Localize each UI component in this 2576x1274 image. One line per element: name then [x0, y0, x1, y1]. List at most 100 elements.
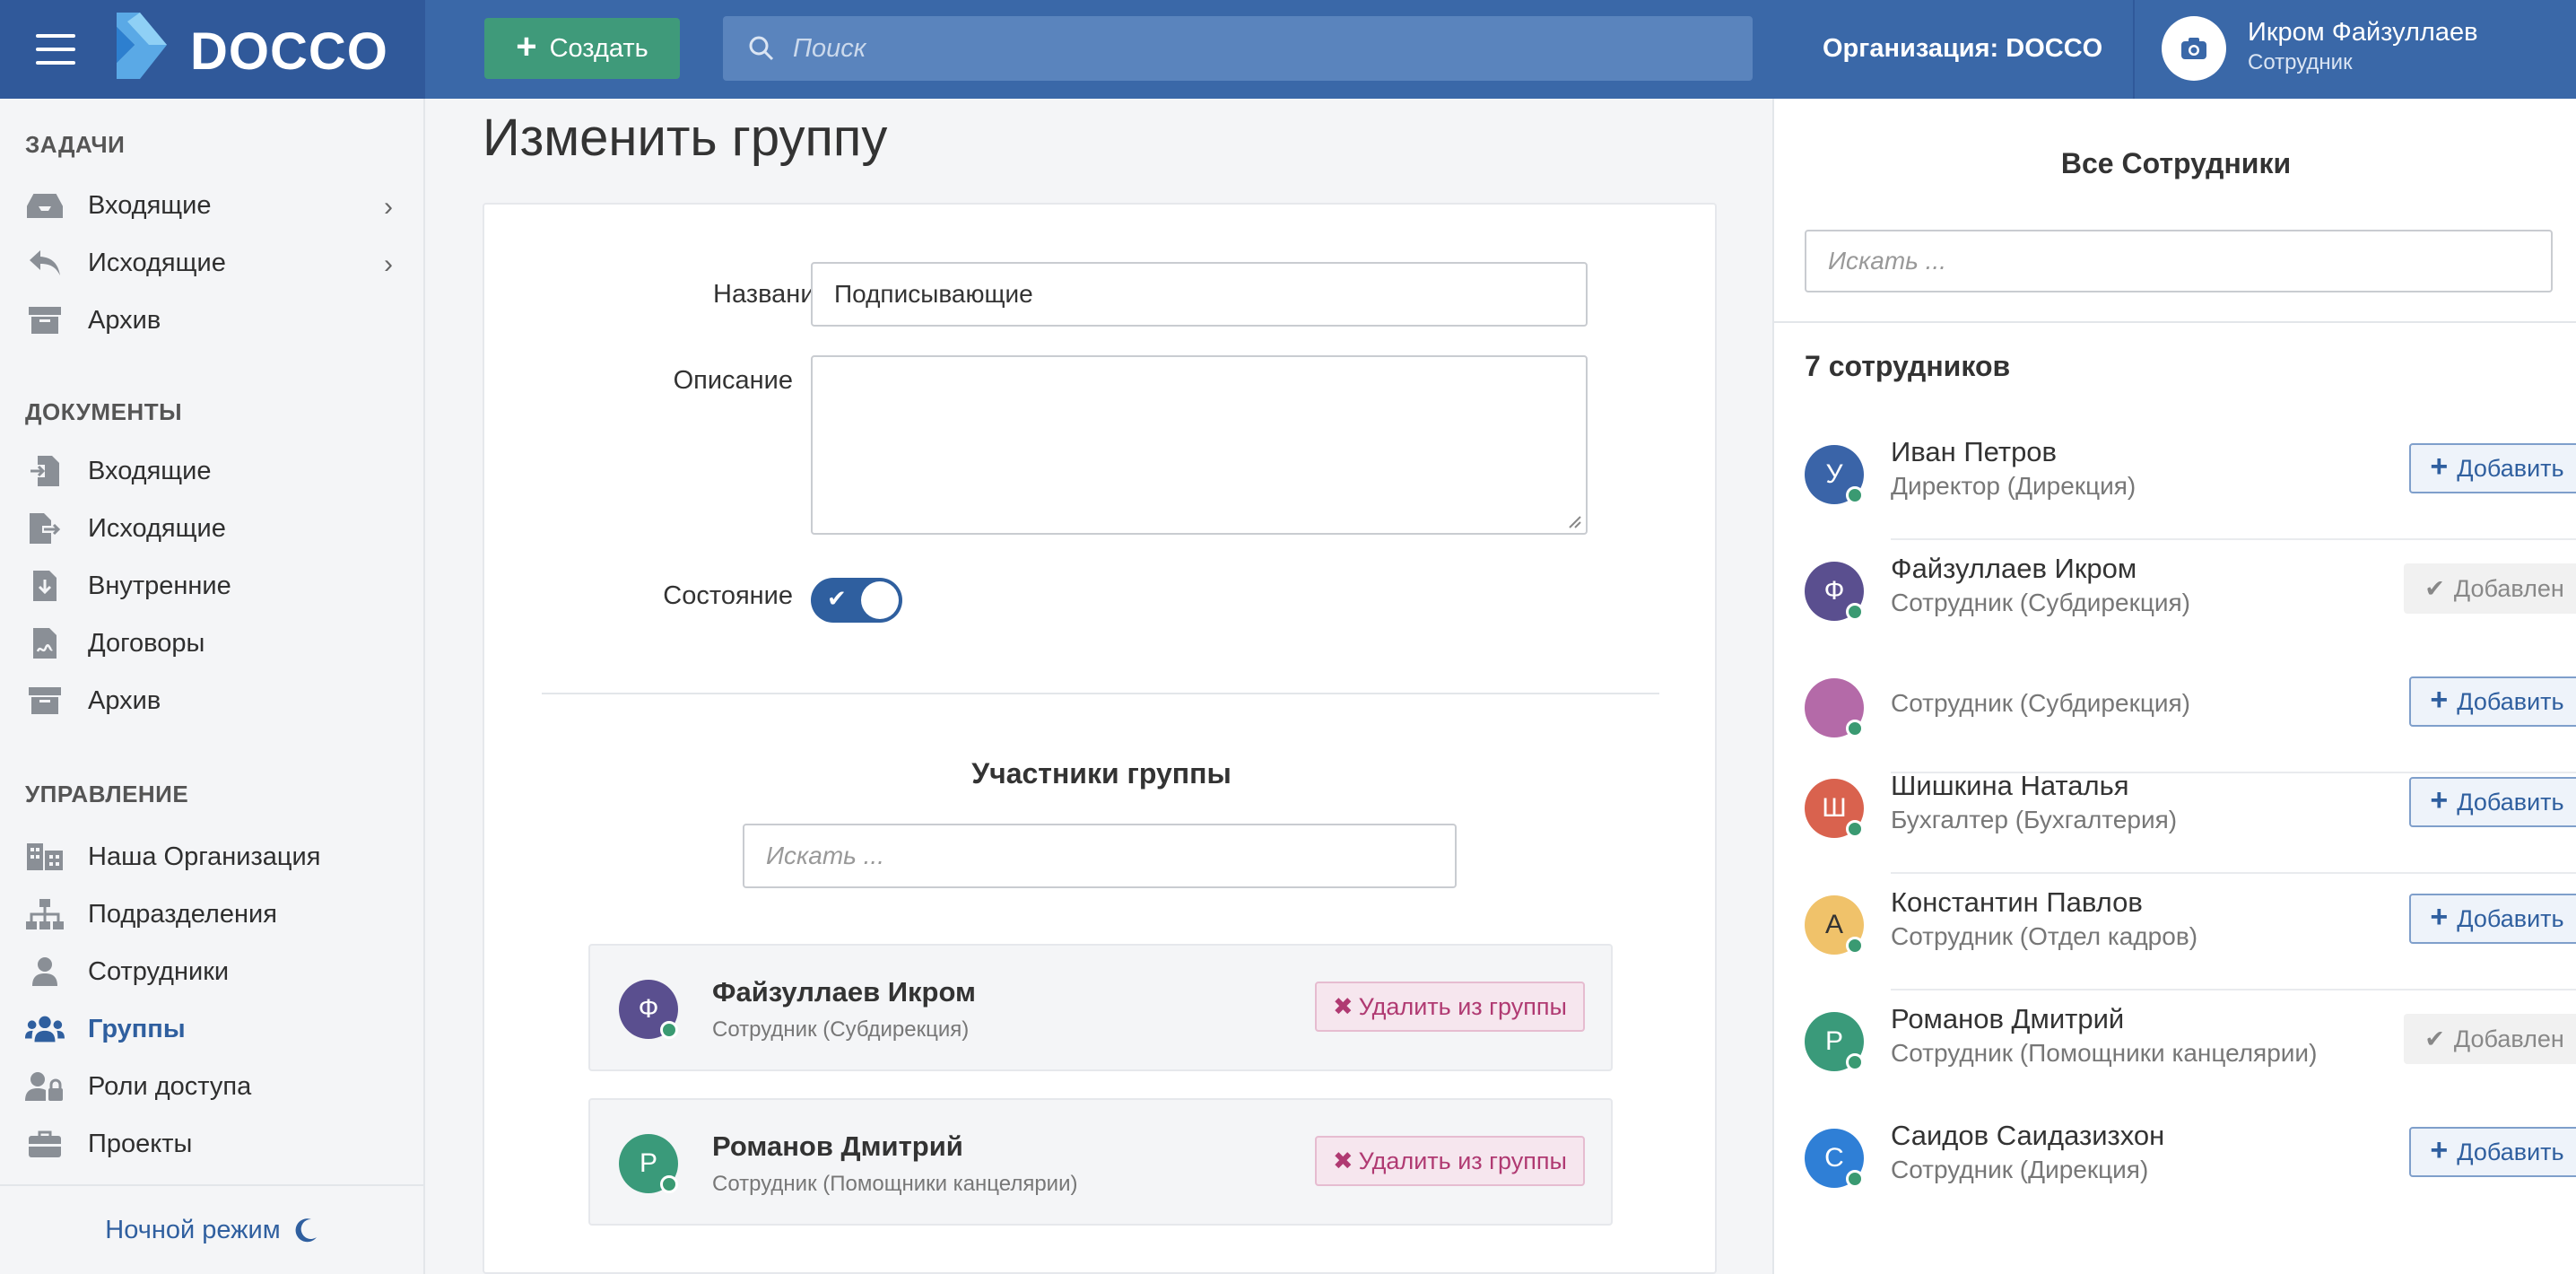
- sidebar-item-docs-outgoing[interactable]: Исходящие: [25, 506, 402, 551]
- remove-from-group-button[interactable]: ✖ Удалить из группы: [1315, 982, 1585, 1032]
- employees-search-placeholder: Искать ...: [1828, 247, 1946, 275]
- user-icon: [25, 954, 65, 990]
- employees-search-input[interactable]: Искать ...: [1805, 230, 2553, 292]
- sidebar-item-docs-internal[interactable]: Внутренние: [25, 563, 402, 608]
- check-icon: ✔: [2424, 1025, 2445, 1052]
- briefcase-icon: [25, 1126, 65, 1162]
- employee-row: С Саидов Саидазизхон Сотрудник (Дирекция…: [1805, 1107, 2576, 1224]
- add-employee-button[interactable]: + Добавить: [2409, 676, 2576, 727]
- night-mode-toggle[interactable]: Ночной режим: [0, 1184, 423, 1274]
- members-title: Участники группы: [971, 757, 1231, 790]
- state-toggle[interactable]: ✔: [811, 578, 902, 623]
- member-name: Романов Дмитрий: [712, 1130, 963, 1162]
- file-signature-icon: [25, 625, 65, 661]
- sidebar-item-docs-incoming[interactable]: Входящие: [25, 449, 402, 493]
- online-status-icon: [660, 1175, 678, 1193]
- add-label: Добавить: [2457, 454, 2564, 482]
- user-role: Сотрудник: [2248, 50, 2353, 74]
- member-card: Ф Файзуллаев Икром Сотрудник (Субдирекци…: [588, 944, 1613, 1071]
- employee-role: Директор (Дирекция): [1891, 472, 2137, 500]
- top-bar: DOCCO + Создать Поиск Организация: DOCCO…: [0, 0, 2576, 99]
- add-employee-button[interactable]: + Добавить: [2409, 443, 2576, 493]
- employee-name: Шишкина Наталья: [1891, 770, 2129, 801]
- sidebar-item-tasks-outgoing[interactable]: Исходящие ›: [25, 240, 402, 285]
- employee-role: Сотрудник (Отдел кадров): [1891, 922, 2198, 950]
- plus-icon: +: [2430, 1133, 2449, 1167]
- name-input[interactable]: Подписывающие: [811, 262, 1588, 327]
- user-name[interactable]: Икром Файзуллаев: [2248, 18, 2478, 48]
- sidebar-item-departments[interactable]: Подразделения: [25, 892, 402, 937]
- online-status-icon: [1846, 1053, 1864, 1071]
- employee-row: Ф Файзуллаев Икром Сотрудник (Субдирекци…: [1805, 540, 2576, 657]
- sidebar-item-label: Входящие: [88, 456, 212, 485]
- employee-name: Романов Дмитрий: [1891, 1003, 2125, 1034]
- sidebar-item-tasks-archive[interactable]: Архив: [25, 298, 402, 343]
- sidebar-item-docs-contracts[interactable]: Договоры: [25, 621, 402, 666]
- employees-count: 7 сотрудников: [1805, 350, 2011, 382]
- online-status-icon: [660, 1021, 678, 1039]
- sidebar-item-employees[interactable]: Сотрудники: [25, 949, 402, 994]
- sidebar-item-label: Исходящие: [88, 513, 226, 543]
- sidebar-item-access-roles[interactable]: Роли доступа: [25, 1064, 402, 1109]
- sidebar-item-label: Договоры: [88, 628, 205, 658]
- add-employee-button[interactable]: + Добавить: [2409, 894, 2576, 944]
- close-icon: ✖: [1333, 1147, 1353, 1174]
- remove-from-group-button[interactable]: ✖ Удалить из группы: [1315, 1136, 1585, 1186]
- online-status-icon: [1846, 603, 1864, 621]
- remove-label: Удалить из группы: [1358, 1147, 1567, 1174]
- menu-icon[interactable]: [36, 34, 75, 65]
- online-status-icon: [1846, 820, 1864, 838]
- employee-row: Ш Шишкина Наталья Бухгалтер (Бухгалтерия…: [1805, 757, 2576, 874]
- added-label: Добавлен: [2453, 574, 2564, 602]
- add-label: Добавить: [2457, 1138, 2564, 1165]
- sidebar-item-projects[interactable]: Проекты: [25, 1121, 402, 1166]
- add-employee-button[interactable]: + Добавить: [2409, 1127, 2576, 1177]
- add-employee-button[interactable]: + Добавить: [2409, 777, 2576, 827]
- member-card: Р Романов Дмитрий Сотрудник (Помощники к…: [588, 1098, 1613, 1226]
- description-textarea[interactable]: [811, 355, 1588, 535]
- employee-row: Сотрудник (Субдирекция) + Добавить: [1805, 657, 2576, 773]
- employee-role: Сотрудник (Дирекция): [1891, 1156, 2149, 1183]
- sidebar-item-groups[interactable]: Группы: [25, 1007, 402, 1051]
- employee-row: А Константин Павлов Сотрудник (Отдел кад…: [1805, 874, 2576, 990]
- resize-handle-icon[interactable]: [1564, 511, 1582, 529]
- organization-label[interactable]: Организация: DOCCO: [1823, 34, 2102, 64]
- sidebar-item-organization[interactable]: Наша Организация: [25, 834, 402, 879]
- plus-icon: +: [2430, 683, 2449, 717]
- sidebar-item-label: Роли доступа: [88, 1071, 252, 1101]
- members-search-input[interactable]: Искать ...: [743, 824, 1457, 888]
- added-indicator: ✔ Добавлен: [2404, 563, 2576, 614]
- sidebar-item-label: Наша Организация: [88, 842, 321, 871]
- online-status-icon: [1846, 720, 1864, 737]
- plus-icon: +: [2430, 900, 2449, 934]
- moon-icon: [295, 1218, 317, 1243]
- create-button[interactable]: + Создать: [484, 18, 680, 79]
- form-divider: [542, 693, 1659, 694]
- user-avatar[interactable]: [2162, 16, 2226, 81]
- users-icon: [25, 1011, 65, 1047]
- logo-icon: [117, 13, 167, 79]
- global-search-input[interactable]: Поиск: [723, 16, 1753, 81]
- search-placeholder: Поиск: [793, 33, 866, 63]
- member-name: Файзуллаев Икром: [712, 976, 976, 1008]
- sidebar-item-label: Группы: [88, 1014, 186, 1043]
- create-button-label: Создать: [549, 33, 648, 63]
- description-label: Описание: [673, 366, 793, 395]
- user-lock-icon: [25, 1069, 65, 1104]
- check-icon: ✔: [827, 585, 847, 612]
- panel-divider: [1774, 321, 2576, 323]
- member-role: Сотрудник (Субдирекция): [712, 1017, 970, 1042]
- toggle-knob: [861, 581, 899, 619]
- chevron-right-icon: ›: [384, 192, 393, 222]
- employee-row: Р Романов Дмитрий Сотрудник (Помощники к…: [1805, 990, 2576, 1107]
- search-icon: [749, 36, 774, 61]
- employee-name: Саидов Саидазизхон: [1891, 1120, 2165, 1151]
- sidebar-item-tasks-incoming[interactable]: Входящие ›: [25, 183, 402, 228]
- user-separator: [2133, 0, 2135, 99]
- add-label: Добавить: [2457, 904, 2564, 932]
- chevron-right-icon: ›: [384, 249, 393, 279]
- brand-name[interactable]: DOCCO: [190, 22, 388, 82]
- sidebar-item-label: Исходящие: [88, 248, 226, 277]
- sidebar-item-docs-archive[interactable]: Архив: [25, 678, 402, 723]
- plus-icon: +: [2430, 783, 2449, 817]
